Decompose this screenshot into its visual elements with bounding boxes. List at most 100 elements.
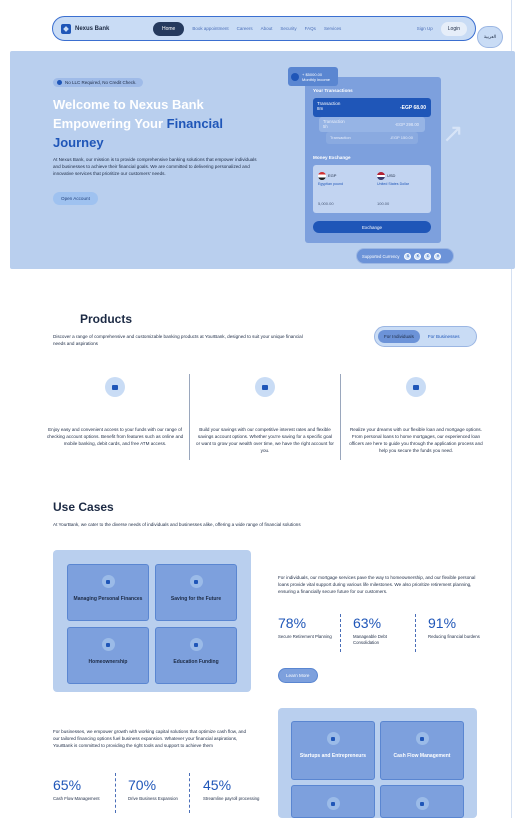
stat-divider bbox=[340, 614, 341, 652]
stat-item: 63% Manageable Debt Consolidation bbox=[353, 615, 413, 646]
usecase-card-saving-future[interactable]: Saving for the Future bbox=[155, 564, 237, 621]
transaction-row[interactable]: Transaction 5h -EGP 298.00 bbox=[319, 117, 425, 132]
currency-yen-icon[interactable]: ¥ bbox=[434, 252, 442, 260]
stat-item: 70% Drive Business Expansion bbox=[128, 777, 188, 802]
arrow-decoration-icon: ↗ bbox=[442, 118, 464, 148]
currency-pound-icon[interactable]: £ bbox=[424, 252, 432, 260]
stat-value: 45% bbox=[203, 777, 232, 793]
transaction-row[interactable]: Transaction -EGP 150.00 bbox=[326, 132, 418, 144]
to-currency-name: United States Dollar bbox=[377, 182, 409, 186]
currency-dollar-icon[interactable]: $ bbox=[404, 252, 412, 260]
stat-label: Streamline payroll processing bbox=[203, 796, 260, 801]
brand-logo[interactable]: Nexus Bank bbox=[61, 23, 153, 34]
nav-link-about[interactable]: About bbox=[261, 26, 273, 31]
cash-icon bbox=[415, 732, 429, 745]
archive-icon bbox=[255, 377, 275, 397]
from-currency[interactable]: EGP Egyptian pound bbox=[318, 172, 343, 186]
businesses-text: For businesses, we empower growth with w… bbox=[53, 729, 247, 748]
income-icon bbox=[291, 72, 299, 81]
stat-label: Reducing financial burdens bbox=[428, 634, 480, 639]
transaction-amount: -EGP 298.00 bbox=[394, 122, 419, 127]
piggy-bank-icon bbox=[189, 575, 203, 588]
nav-link-security[interactable]: Security bbox=[280, 26, 296, 31]
usecase-card-label: Homeownership bbox=[88, 659, 128, 665]
stat-label: Manageable Debt Consolidation bbox=[353, 634, 387, 645]
stat-item: 45% Streamline payroll processing bbox=[203, 777, 263, 802]
usa-flag-icon bbox=[377, 172, 385, 180]
hero-title-line1: Welcome to Nexus Bank bbox=[53, 97, 204, 112]
nav-link-book-appointment[interactable]: Book appointment bbox=[192, 26, 228, 31]
usecase-card-label: Managing Personal Finances bbox=[73, 596, 143, 602]
language-switch-button[interactable]: العربية bbox=[477, 26, 503, 48]
graduation-icon bbox=[189, 638, 203, 651]
learn-more-button[interactable]: Learn More bbox=[278, 668, 318, 683]
products-description: Discover a range of comprehensive and cu… bbox=[53, 334, 303, 346]
stat-item: 91% Reducing financial burdens bbox=[428, 615, 488, 640]
transaction-row[interactable]: Transaction 8m -EGP 68.00 bbox=[313, 98, 431, 117]
products-title: Products bbox=[80, 312, 133, 326]
hero-title-line2: Empowering Your Financial bbox=[53, 114, 283, 133]
toggle-individuals[interactable]: For Individuals bbox=[378, 330, 420, 343]
hero-title-line3: Journey bbox=[53, 135, 104, 150]
transactions-heading: Your Transactions bbox=[313, 88, 353, 93]
hero-title-line2-a: Empowering Your bbox=[53, 116, 167, 131]
nav-home-button[interactable]: Home bbox=[153, 21, 185, 36]
transaction-name: Transaction bbox=[330, 135, 351, 140]
hero-title: Welcome to Nexus Bank Empowering Your Fi… bbox=[53, 95, 283, 152]
usecase-card-label: Startups and Entrepreneurs bbox=[299, 753, 367, 759]
supported-currency-bar: Supported Currency $ € £ ¥ bbox=[356, 248, 454, 264]
brand-name: Nexus Bank bbox=[75, 25, 110, 32]
balance-label: Monthly income bbox=[302, 76, 331, 82]
stat-value: 70% bbox=[128, 777, 157, 793]
stat-item: 78% Secure Retirement Planning bbox=[278, 615, 338, 640]
stat-divider bbox=[415, 614, 416, 652]
stat-value: 78% bbox=[278, 615, 307, 631]
hero-badge-text: No LLC Required, No Credit Check. bbox=[65, 80, 137, 85]
transaction-amount: -EGP 68.00 bbox=[399, 105, 426, 111]
audience-toggle: For Individuals For Businesses bbox=[374, 326, 477, 347]
card-icon bbox=[326, 797, 340, 810]
nav-link-faqs[interactable]: FAQs bbox=[305, 26, 316, 31]
usecase-card-business-4[interactable] bbox=[380, 785, 464, 818]
product-card-savings: Build your savings with our competitive … bbox=[190, 374, 340, 460]
use-cases-title: Use Cases bbox=[53, 500, 114, 514]
from-currency-name: Egyptian pound bbox=[318, 182, 343, 186]
balance-chip: + $5000.00 Monthly income bbox=[288, 67, 338, 86]
stat-label: Cash Flow Management bbox=[53, 796, 100, 801]
usecase-card-label: Education Funding bbox=[173, 659, 219, 665]
hero-description: At Nexus Bank, our mission is to provide… bbox=[53, 157, 257, 176]
nav-link-services[interactable]: Services bbox=[324, 26, 341, 31]
stat-label: Secure Retirement Planning bbox=[278, 634, 332, 639]
usecase-card-personal-finances[interactable]: Managing Personal Finances bbox=[67, 564, 149, 621]
transaction-amount: -EGP 150.00 bbox=[389, 135, 413, 140]
info-icon bbox=[415, 797, 429, 810]
stat-item: 65% Cash Flow Management bbox=[53, 777, 113, 802]
usecase-card-homeownership[interactable]: Homeownership bbox=[67, 627, 149, 684]
currency-euro-icon[interactable]: € bbox=[414, 252, 422, 260]
nav-links: Home Book appointment Careers About Secu… bbox=[153, 21, 341, 36]
usecase-card-startups[interactable]: Startups and Entrepreneurs bbox=[291, 721, 375, 780]
individuals-text: For individuals, our mortgage services p… bbox=[278, 575, 476, 594]
supported-currency-label: Supported Currency bbox=[362, 253, 400, 259]
exchange-heading: Money Exchange bbox=[313, 155, 351, 160]
stat-value: 63% bbox=[353, 615, 382, 631]
briefcase-icon bbox=[105, 377, 125, 397]
hero-title-highlight: Financial bbox=[166, 116, 224, 131]
nav-link-careers[interactable]: Careers bbox=[237, 26, 253, 31]
product-card-text: Enjoy easy and convenient access to your… bbox=[46, 427, 184, 446]
open-account-button[interactable]: Open Account bbox=[53, 192, 98, 205]
toggle-businesses[interactable]: For Businesses bbox=[420, 334, 468, 339]
usecase-card-education[interactable]: Education Funding bbox=[155, 627, 237, 684]
usecase-card-business-3[interactable] bbox=[291, 785, 375, 818]
exchange-button[interactable]: Exchange bbox=[313, 221, 431, 233]
signup-link[interactable]: Sign Up bbox=[417, 26, 433, 31]
usecase-card-cash-flow[interactable]: Cash Flow Management bbox=[380, 721, 464, 780]
from-amount-input[interactable]: 5,000.00 bbox=[318, 201, 334, 206]
usecase-card-label: Saving for the Future bbox=[170, 596, 222, 602]
use-cases-description: At YourBank, we cater to the diverse nee… bbox=[53, 522, 301, 527]
login-button[interactable]: Login bbox=[440, 21, 467, 36]
product-card-loans: Realize your dreams with our flexible lo… bbox=[341, 374, 491, 460]
nav-auth: Sign Up Login bbox=[417, 21, 467, 36]
stat-value: 91% bbox=[428, 615, 457, 631]
to-currency[interactable]: USD United States Dollar bbox=[377, 172, 409, 186]
